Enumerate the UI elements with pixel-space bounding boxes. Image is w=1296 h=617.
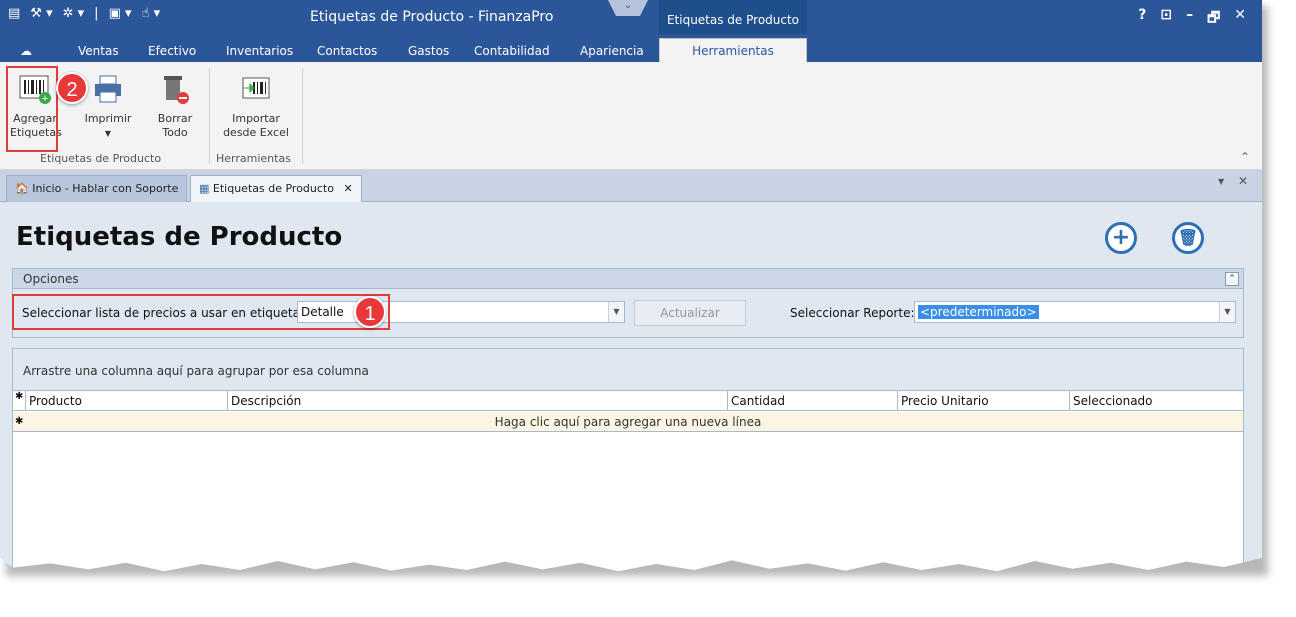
collapse-options-icon[interactable]: ⌃ xyxy=(1225,272,1239,286)
close-tab-icon[interactable]: ✕ xyxy=(343,182,352,195)
ribbon: + Agregar Etiquetas Imprimir ▼ Borrar To… xyxy=(0,62,1262,170)
group-divider xyxy=(209,68,210,164)
context-tab-label: Etiquetas de Producto xyxy=(659,0,807,34)
chevron-down-icon: ▼ xyxy=(104,129,112,138)
trash-circle-icon[interactable]: 🗑 xyxy=(1172,222,1204,254)
column-cantidad[interactable]: Cantidad xyxy=(727,391,897,411)
group-label-herramientas: Herramientas xyxy=(216,152,291,165)
add-circle-icon[interactable]: + xyxy=(1105,222,1137,254)
update-button[interactable]: Actualizar xyxy=(634,300,746,326)
tools-icon[interactable]: ⚒ ▾ xyxy=(30,6,52,21)
new-row-indicator: ✱ xyxy=(15,416,24,427)
restore-ribbon-icon[interactable]: ⊡ xyxy=(1160,7,1172,31)
report-label: Seleccionar Reporte: xyxy=(790,306,915,320)
close-doc-icon[interactable]: ✕ xyxy=(1238,174,1248,188)
new-row-hint: Haga clic aquí para agregar una nueva lí… xyxy=(494,415,762,429)
print-label: Imprimir xyxy=(84,112,132,125)
title-bar: ▤ ⚒ ▾ ✲ ▾ | ▣ ▾ ☝ ▾ ⌄ Etiquetas de Produ… xyxy=(0,0,1262,34)
labels-grid: Arrastre una columna aquí para agrupar p… xyxy=(12,348,1244,572)
tab-inventarios[interactable]: Inventarios xyxy=(226,44,293,58)
callout-badge-2: 2 xyxy=(56,72,88,104)
group-divider xyxy=(302,68,303,164)
import-excel-label: Importar desde Excel xyxy=(223,112,289,139)
document-tabs: 🏠 Inicio - Hablar con Soporte ▦ Etiqueta… xyxy=(0,170,1262,202)
tab-list-icon[interactable]: ▾ xyxy=(1218,174,1224,188)
group-label-etiquetas: Etiquetas de Producto xyxy=(40,152,162,165)
app-window: ▤ ⚒ ▾ ✲ ▾ | ▣ ▾ ☝ ▾ ⌄ Etiquetas de Produ… xyxy=(0,0,1262,572)
tab-ventas[interactable]: Ventas xyxy=(78,44,119,58)
callout-badge-1: 1 xyxy=(354,296,386,328)
help-icon[interactable]: ? xyxy=(1138,7,1146,31)
window-controls: ? ⊡ – 🗗 ✕ xyxy=(1138,7,1246,31)
column-seleccionado[interactable]: Seleccionado xyxy=(1069,391,1243,411)
quick-access-toolbar: ▤ ⚒ ▾ ✲ ▾ | ▣ ▾ ☝ ▾ xyxy=(8,6,160,21)
highlight-box xyxy=(6,66,58,152)
tab-product-labels-label: Etiquetas de Producto xyxy=(212,182,334,195)
report-select[interactable]: <predeterminado> ▼ xyxy=(914,301,1236,323)
window-title: Etiquetas de Producto - FinanzaPro xyxy=(310,9,554,25)
import-barcode-icon xyxy=(239,72,273,106)
collapse-ribbon-icon[interactable]: ⌃ xyxy=(1240,150,1250,164)
touch-icon[interactable]: ☝ ▾ xyxy=(142,6,161,21)
new-row[interactable]: ✱ Haga clic aquí para agregar una nueva … xyxy=(13,412,1243,432)
tab-efectivo[interactable]: Efectivo xyxy=(148,44,196,58)
close-icon[interactable]: ✕ xyxy=(1234,7,1246,31)
import-excel-button[interactable]: Importar desde Excel xyxy=(220,72,292,140)
tab-home[interactable]: 🏠 Inicio - Hablar con Soporte xyxy=(6,175,188,202)
chevron-down-icon[interactable]: ▼ xyxy=(608,302,624,322)
home-icon: 🏠 xyxy=(15,182,29,195)
tab-herramientas[interactable]: Herramientas xyxy=(659,38,807,62)
tab-gastos[interactable]: Gastos xyxy=(408,44,449,58)
delete-all-label: Borrar Todo xyxy=(157,112,193,139)
maximize-icon[interactable]: 🗗 xyxy=(1207,7,1220,31)
ribbon-tab-bar: ☁ Ventas Efectivo Inventarios Contactos … xyxy=(0,34,1262,62)
tab-contactos[interactable]: Contactos xyxy=(317,44,377,58)
separator: | xyxy=(94,6,99,21)
column-descripcion[interactable]: Descripción xyxy=(227,391,727,411)
column-producto[interactable]: Producto xyxy=(25,391,227,411)
grid-header: ✱ Producto Descripción Cantidad Precio U… xyxy=(13,391,1243,411)
options-header: Opciones xyxy=(13,269,1243,289)
column-precio-unitario[interactable]: Precio Unitario xyxy=(897,391,1069,411)
tab-contabilidad[interactable]: Contabilidad xyxy=(474,44,550,58)
printer-icon xyxy=(91,72,125,106)
row-indicator: ✱ xyxy=(15,391,24,402)
app-menu-icon[interactable]: ▤ xyxy=(8,6,20,21)
report-value: <predeterminado> xyxy=(918,305,1039,319)
tab-apariencia[interactable]: Apariencia xyxy=(580,44,644,58)
delete-all-button[interactable]: Borrar Todo xyxy=(150,72,200,140)
tab-product-labels[interactable]: ▦ Etiquetas de Producto ✕ xyxy=(190,175,362,202)
labels-icon: ▦ xyxy=(199,182,210,195)
page-title: Etiquetas de Producto xyxy=(16,222,343,252)
ribbon-toggle-icon[interactable]: ⌄ xyxy=(608,0,648,16)
highlight-box xyxy=(12,294,390,330)
save-icon[interactable]: ▣ ▾ xyxy=(109,6,132,21)
settings-icon[interactable]: ✲ ▾ xyxy=(63,6,85,21)
tab-controls: ▾ ✕ xyxy=(1218,174,1248,188)
chevron-down-icon[interactable]: ▼ xyxy=(1219,302,1235,322)
tab-home-label: Inicio - Hablar con Soporte xyxy=(32,182,179,195)
group-by-panel[interactable]: Arrastre una columna aquí para agrupar p… xyxy=(13,349,1243,391)
main-content: Etiquetas de Producto + 🗑 Opciones ⌃ Sel… xyxy=(0,202,1262,572)
minimize-icon[interactable]: – xyxy=(1186,7,1193,31)
trash-delete-icon xyxy=(158,72,192,106)
app-icon[interactable]: ☁ xyxy=(20,44,32,58)
